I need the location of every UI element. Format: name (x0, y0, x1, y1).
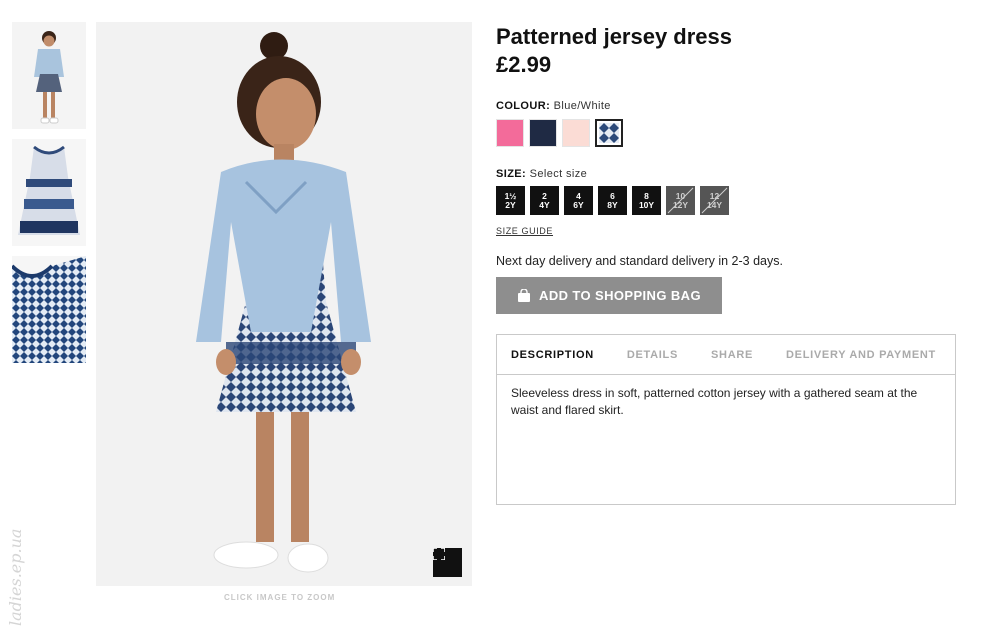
thumbnail-dress[interactable] (12, 139, 86, 246)
add-to-bag-button[interactable]: ADD TO SHOPPING BAG (496, 277, 722, 314)
size-options: 1½ 2Y 2 4Y 4 6Y 6 8Y 8 10Y 10 12Y 12 14Y (496, 186, 729, 215)
size-option-4y[interactable]: 2 4Y (530, 186, 559, 215)
watermark-logo: ladies.ep.ua (6, 528, 25, 626)
zoom-hint: CLICK IMAGE TO ZOOM (224, 593, 336, 602)
size-guide-link[interactable]: SIZE GUIDE (496, 226, 553, 236)
product-title: Patterned jersey dress (496, 24, 733, 49)
unavailable-strike-icon (667, 187, 694, 214)
model-illustration (96, 22, 472, 586)
size-label: SIZE: (496, 168, 527, 180)
colour-label: COLOUR: (496, 100, 551, 112)
unavailable-strike-icon (701, 187, 728, 214)
size-option-2y[interactable]: 1½ 2Y (496, 186, 525, 215)
size-bottom: 2Y (505, 199, 516, 210)
tab-bar: DESCRIPTION DETAILS SHARE DELIVERY AND P… (497, 335, 955, 375)
size-bottom: 8Y (607, 199, 618, 210)
tab-details[interactable]: DETAILS (627, 349, 678, 361)
description-text: Sleeveless dress in soft, patterned cott… (511, 386, 918, 417)
main-product-image[interactable] (96, 22, 472, 586)
colour-swatch-light-pink[interactable] (562, 119, 590, 147)
size-option-6y[interactable]: 4 6Y (564, 186, 593, 215)
size-value: Select size (529, 168, 588, 180)
fullscreen-icon[interactable] (433, 548, 462, 577)
colour-swatch-pink[interactable] (496, 119, 524, 147)
product-info-tabs: DESCRIPTION DETAILS SHARE DELIVERY AND P… (496, 334, 956, 505)
thumbnail-model[interactable] (12, 22, 86, 129)
delivery-info: Next day delivery and standard delivery … (496, 254, 783, 268)
thumbnail-detail[interactable] (12, 256, 86, 363)
size-bottom: 10Y (638, 199, 655, 210)
size-selector-label: SIZE: Select size (496, 168, 587, 180)
swatch-pattern (599, 123, 619, 143)
size-option-12y[interactable]: 10 12Y (666, 186, 695, 215)
colour-value: Blue/White (553, 100, 611, 112)
colour-swatch-dark-blue[interactable] (529, 119, 557, 147)
colour-swatches (496, 119, 623, 147)
add-to-bag-label: ADD TO SHOPPING BAG (539, 288, 701, 303)
size-bottom: 4Y (539, 199, 550, 210)
colour-selector-label: COLOUR: Blue/White (496, 100, 611, 112)
tab-description[interactable]: DESCRIPTION (511, 349, 594, 361)
tab-share[interactable]: SHARE (711, 349, 753, 361)
size-option-10y[interactable]: 8 10Y (632, 186, 661, 215)
size-bottom: 6Y (573, 199, 584, 210)
shopping-bag-icon (518, 289, 531, 302)
tab-delivery-and-payment[interactable]: DELIVERY AND PAYMENT (786, 349, 936, 361)
size-option-14y[interactable]: 12 14Y (700, 186, 729, 215)
colour-swatch-blue-white[interactable] (595, 119, 623, 147)
size-option-8y[interactable]: 6 8Y (598, 186, 627, 215)
product-price: £2.99 (496, 52, 552, 77)
